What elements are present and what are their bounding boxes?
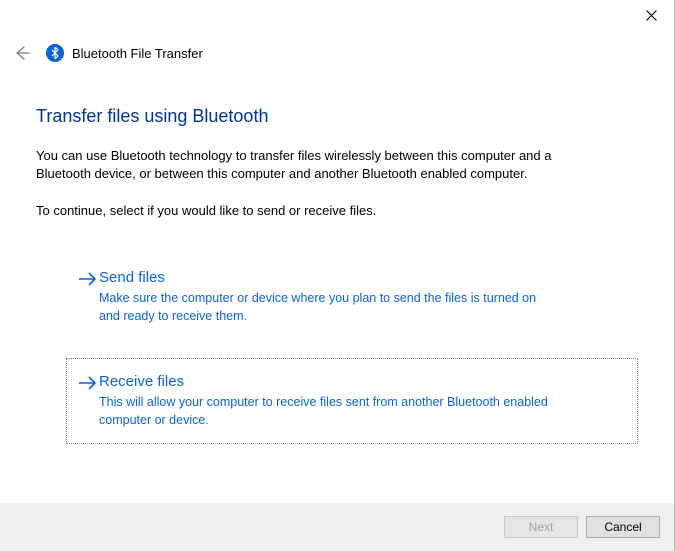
back-button[interactable] (10, 42, 32, 64)
close-icon (646, 10, 657, 21)
option-title: Send files (99, 269, 621, 286)
footer-bar: Next Cancel (0, 503, 674, 551)
close-button[interactable] (628, 0, 674, 30)
description-primary: You can use Bluetooth technology to tran… (36, 147, 596, 183)
option-description: Make sure the computer or device where y… (99, 290, 559, 325)
option-send-files[interactable]: Send files Make sure the computer or dev… (66, 254, 638, 340)
arrow-right-icon (77, 271, 99, 292)
arrow-right-icon (77, 375, 99, 396)
option-body: Receive files This will allow your compu… (99, 373, 621, 429)
window-title: Bluetooth File Transfer (72, 46, 203, 61)
bluetooth-icon (46, 44, 64, 62)
option-receive-files[interactable]: Receive files This will allow your compu… (66, 358, 638, 444)
titlebar (0, 0, 674, 30)
back-arrow-icon (12, 44, 30, 62)
description-secondary: To continue, select if you would like to… (36, 203, 638, 218)
header-row: Bluetooth File Transfer (0, 30, 674, 64)
next-button: Next (504, 516, 578, 538)
cancel-button[interactable]: Cancel (586, 516, 660, 538)
option-description: This will allow your computer to receive… (99, 394, 559, 429)
option-list: Send files Make sure the computer or dev… (66, 254, 638, 444)
page-heading: Transfer files using Bluetooth (36, 106, 638, 127)
option-title: Receive files (99, 373, 621, 390)
option-body: Send files Make sure the computer or dev… (99, 269, 621, 325)
content-area: Transfer files using Bluetooth You can u… (0, 64, 674, 444)
